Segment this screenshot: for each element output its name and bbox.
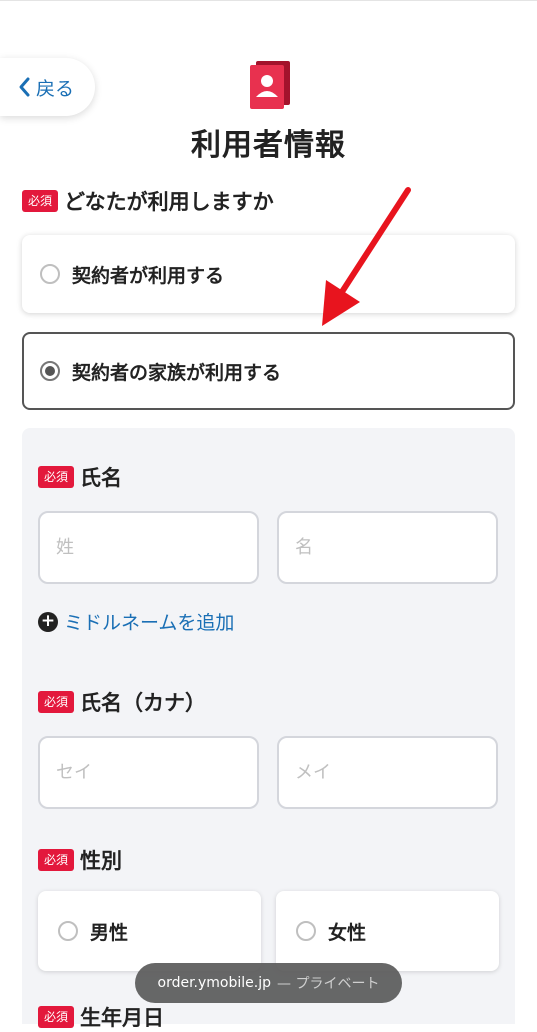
browser-url-toast[interactable]: order.ymobile.jp — プライベート bbox=[135, 963, 402, 1003]
last-name-kana-input[interactable] bbox=[38, 736, 259, 809]
radio-unselected-icon bbox=[40, 264, 60, 284]
gender-option-label: 女性 bbox=[328, 921, 367, 944]
question-label: 必須 どなたが利用しますか bbox=[22, 186, 274, 216]
required-badge: 必須 bbox=[38, 466, 75, 488]
first-name-kana-input[interactable] bbox=[277, 736, 498, 809]
name-label: 必須 氏名 bbox=[38, 462, 122, 492]
name-kana-label-text: 氏名（カナ） bbox=[80, 691, 207, 715]
option-label: 契約者の家族が利用する bbox=[72, 361, 282, 384]
page-title: 利用者情報 bbox=[191, 128, 346, 163]
gender-label: 必須 性別 bbox=[38, 845, 122, 875]
required-badge: 必須 bbox=[38, 849, 75, 871]
option-contract-holder[interactable]: 契約者が利用する bbox=[22, 235, 515, 313]
option-family-member[interactable]: 契約者の家族が利用する bbox=[22, 332, 515, 410]
option-label: 契約者が利用する bbox=[72, 264, 225, 287]
gender-option-female[interactable]: 女性 bbox=[276, 891, 499, 971]
required-badge: 必須 bbox=[38, 691, 75, 713]
radio-selected-icon bbox=[40, 361, 60, 381]
birthdate-label-text: 生年月日 bbox=[80, 1006, 165, 1030]
last-name-input[interactable] bbox=[38, 511, 259, 584]
toast-domain: order.ymobile.jp bbox=[157, 975, 272, 991]
gender-label-text: 性別 bbox=[80, 849, 123, 873]
radio-unselected-icon bbox=[296, 921, 316, 941]
radio-unselected-icon bbox=[58, 921, 78, 941]
back-label: 戻る bbox=[36, 77, 75, 100]
gender-option-label: 男性 bbox=[90, 921, 129, 944]
chevron-left-icon bbox=[19, 77, 30, 97]
name-label-text: 氏名 bbox=[80, 466, 123, 490]
required-badge: 必須 bbox=[38, 1006, 75, 1028]
add-middle-name-label: ミドルネームを追加 bbox=[64, 612, 235, 634]
gender-option-male[interactable]: 男性 bbox=[38, 891, 261, 971]
user-card-icon bbox=[250, 61, 290, 109]
toast-mode: — プライベート bbox=[277, 976, 380, 992]
first-name-input[interactable] bbox=[277, 511, 498, 584]
birthdate-label: 必須 生年月日 bbox=[38, 1002, 164, 1032]
back-button[interactable]: 戻る bbox=[0, 58, 95, 116]
annotation-arrow-icon bbox=[322, 187, 411, 326]
question-text: どなたが利用しますか bbox=[64, 190, 274, 214]
add-middle-name-link[interactable]: + ミドルネームを追加 bbox=[38, 608, 234, 635]
top-divider bbox=[0, 0, 537, 1]
plus-circle-icon: + bbox=[38, 611, 58, 632]
name-kana-label: 必須 氏名（カナ） bbox=[38, 687, 206, 717]
required-badge: 必須 bbox=[22, 190, 59, 212]
